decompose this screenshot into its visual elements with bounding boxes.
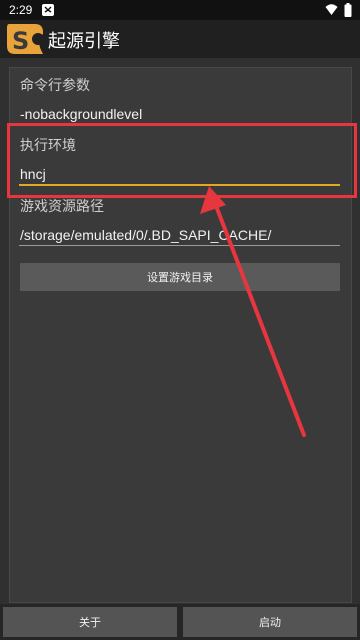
set-game-dir-button[interactable]: 设置游戏目录	[20, 263, 340, 291]
args-input[interactable]: -nobackgroundlevel	[20, 106, 142, 122]
path-input-underline	[19, 245, 340, 246]
annotation-highlight-box	[7, 123, 357, 198]
status-bar: 2:29	[0, 0, 360, 20]
source-engine-logo: S	[7, 24, 44, 55]
battery-icon	[344, 3, 352, 17]
app-bar: S 起源引擎	[0, 20, 360, 58]
about-button[interactable]: 关于	[3, 607, 177, 637]
wifi-icon	[325, 4, 338, 15]
path-input[interactable]: /storage/emulated/0/.BD_SAPI_CACHE/	[20, 227, 271, 243]
start-button[interactable]: 启动	[183, 607, 357, 637]
args-label: 命令行参数	[20, 78, 90, 94]
svg-text:S: S	[12, 27, 29, 55]
status-time: 2:29	[9, 3, 33, 17]
notification-icon	[42, 4, 54, 16]
app-title: 起源引擎	[48, 31, 120, 52]
path-label: 游戏资源路径	[20, 199, 104, 215]
